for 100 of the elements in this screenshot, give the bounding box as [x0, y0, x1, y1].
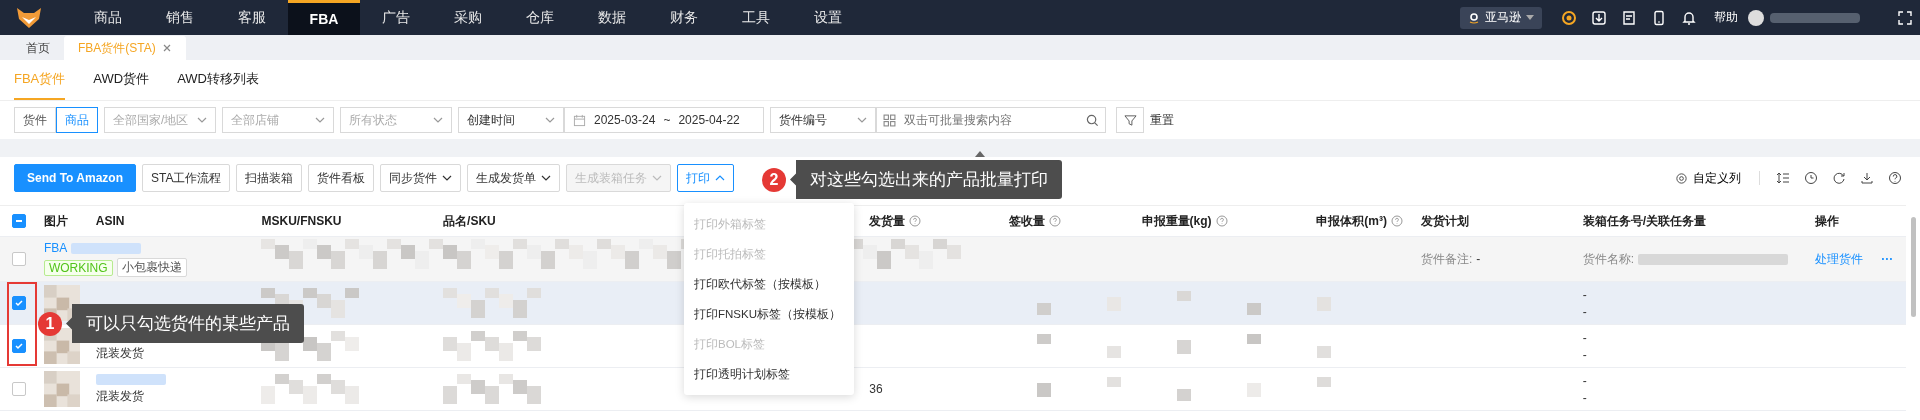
grid-icon[interactable]	[883, 113, 896, 127]
task-value: -	[1582, 373, 1587, 388]
nav-tab[interactable]: 财务	[648, 0, 720, 35]
coin-icon[interactable]	[1561, 9, 1577, 26]
chevron-down-icon	[442, 175, 453, 181]
column-header: 发货量	[869, 212, 906, 230]
sub-tab[interactable]: AWD转移列表	[177, 60, 259, 100]
menu-item[interactable]: 打印欧代标签（按模板）	[684, 269, 854, 299]
select-all-checkbox[interactable]	[12, 214, 26, 228]
chevron-down-icon	[433, 117, 443, 123]
chevron-down-icon	[652, 175, 663, 181]
filter-icon	[1123, 113, 1137, 127]
sub-tab[interactable]: AWD货件	[93, 60, 150, 100]
column-header: ASIN	[95, 214, 125, 228]
menu-item[interactable]: 打印透明计划标签	[684, 359, 854, 389]
filter-button[interactable]	[1116, 107, 1144, 133]
chevron-down-icon	[541, 175, 552, 181]
bell-icon[interactable]	[1681, 9, 1697, 26]
row-checkbox[interactable]	[12, 382, 26, 396]
settings-icon	[1675, 171, 1688, 185]
avatar-icon[interactable]	[1748, 9, 1764, 26]
column-header: 图片	[43, 212, 68, 230]
column-header: MSKU/FNSKU	[261, 214, 342, 228]
filter-select[interactable]: 创建时间	[458, 107, 564, 133]
ship-type: 混装发货	[95, 344, 144, 362]
chevron-down-icon	[197, 117, 207, 123]
page-tab[interactable]: 首页	[12, 36, 64, 60]
column-header: 操作	[1815, 212, 1840, 230]
mode-toggle[interactable]: 货件	[14, 107, 56, 133]
scrollbar[interactable]	[1911, 217, 1916, 317]
name-label: 货件名称:	[1582, 250, 1634, 268]
nav-tab[interactable]: 工具	[720, 0, 792, 35]
note-value: -	[1476, 252, 1481, 266]
chevron-down-icon	[545, 117, 555, 123]
chevron-up-icon	[715, 175, 726, 181]
nav-tab[interactable]: 数据	[576, 0, 648, 35]
task-value: -	[1582, 304, 1587, 319]
search-field[interactable]: 双击可批量搜索内容	[876, 107, 1106, 133]
download-icon[interactable]	[1860, 171, 1874, 185]
column-header: 申报重量(kg)	[1141, 212, 1212, 230]
help-link[interactable]: 帮助	[1714, 9, 1738, 26]
note-label: 货件备注:	[1421, 250, 1473, 268]
toolbar-button[interactable]: 货件看板	[308, 164, 375, 192]
nav-tab[interactable]: 销售	[144, 0, 216, 35]
clock-icon[interactable]	[1804, 171, 1818, 185]
fullscreen-icon[interactable]	[1897, 9, 1913, 26]
date-range-field[interactable]: 2025-03-24 ~ 2025-04-22	[564, 107, 764, 133]
nav-tab[interactable]: 商品	[72, 0, 144, 35]
row-checkbox[interactable]	[12, 339, 26, 353]
start-date: 2025-03-24	[594, 113, 656, 127]
menu-item[interactable]: 打印FNSKU标签（按模板）	[684, 299, 854, 329]
amazon-logo-icon	[1468, 11, 1480, 24]
column-header: 发货计划	[1421, 212, 1469, 230]
check-icon	[14, 341, 24, 351]
callout-tooltip: 对这些勾选出来的产品批量打印	[790, 160, 1062, 199]
nav-tab[interactable]: 仓库	[504, 0, 576, 35]
nav-tab[interactable]: FBA	[288, 0, 360, 35]
row-checkbox[interactable]	[12, 252, 26, 266]
platform-select[interactable]: 亚马逊	[1460, 6, 1542, 29]
nav-tab[interactable]: 客服	[216, 0, 288, 35]
toolbar-button[interactable]: 生成发货单	[467, 164, 561, 192]
shipped-quantity: 36	[869, 382, 883, 396]
task-value: -	[1582, 347, 1587, 362]
row-checkbox[interactable]	[12, 296, 26, 310]
phone-icon[interactable]	[1651, 9, 1667, 26]
nav-tab[interactable]: 广告	[360, 0, 432, 35]
column-header: 品名/SKU	[443, 212, 496, 230]
task-value: -	[1582, 390, 1587, 405]
row-height-icon[interactable]	[1776, 171, 1790, 185]
toolbar-button[interactable]: 扫描装箱	[236, 164, 303, 192]
close-icon[interactable]	[161, 43, 172, 53]
search-type-select[interactable]: 货件编号	[770, 107, 876, 133]
shipping-tag: 小包裹快递	[116, 258, 187, 277]
column-header: 装箱任务号/关联任务量	[1582, 212, 1706, 230]
blurred-text	[95, 373, 166, 385]
chevron-down-icon	[857, 117, 867, 123]
blurred-text	[71, 242, 142, 254]
nav-tab[interactable]: 采购	[432, 0, 504, 35]
nav-tab[interactable]: 设置	[792, 0, 864, 35]
column-header: 申报体积(m³)	[1316, 212, 1387, 230]
document-icon[interactable]	[1621, 9, 1637, 26]
date-separator: ~	[663, 113, 671, 127]
ship-type: 混装发货	[95, 387, 144, 405]
calendar-icon	[573, 113, 586, 127]
toolbar-button[interactable]: STA工作流程	[142, 164, 231, 192]
caret-icon	[1526, 15, 1534, 20]
check-icon	[14, 298, 24, 308]
fox-logo-icon[interactable]	[16, 6, 42, 29]
help-icon[interactable]	[1888, 171, 1902, 185]
task-value: -	[1582, 287, 1587, 302]
chevron-down-icon	[315, 117, 325, 123]
task-value: -	[1582, 330, 1587, 345]
search-icon[interactable]	[1086, 113, 1099, 127]
status-tag: WORKING	[43, 259, 113, 276]
column-header: 签收量	[1008, 212, 1045, 230]
reset-link[interactable]: 重置	[1150, 111, 1174, 129]
refresh-icon[interactable]	[1832, 171, 1846, 185]
toolbar-button[interactable]: 同步货件	[380, 164, 462, 192]
callout-tooltip: 可以只勾选货件的某些产品	[66, 304, 304, 343]
end-date: 2025-04-22	[678, 113, 740, 127]
